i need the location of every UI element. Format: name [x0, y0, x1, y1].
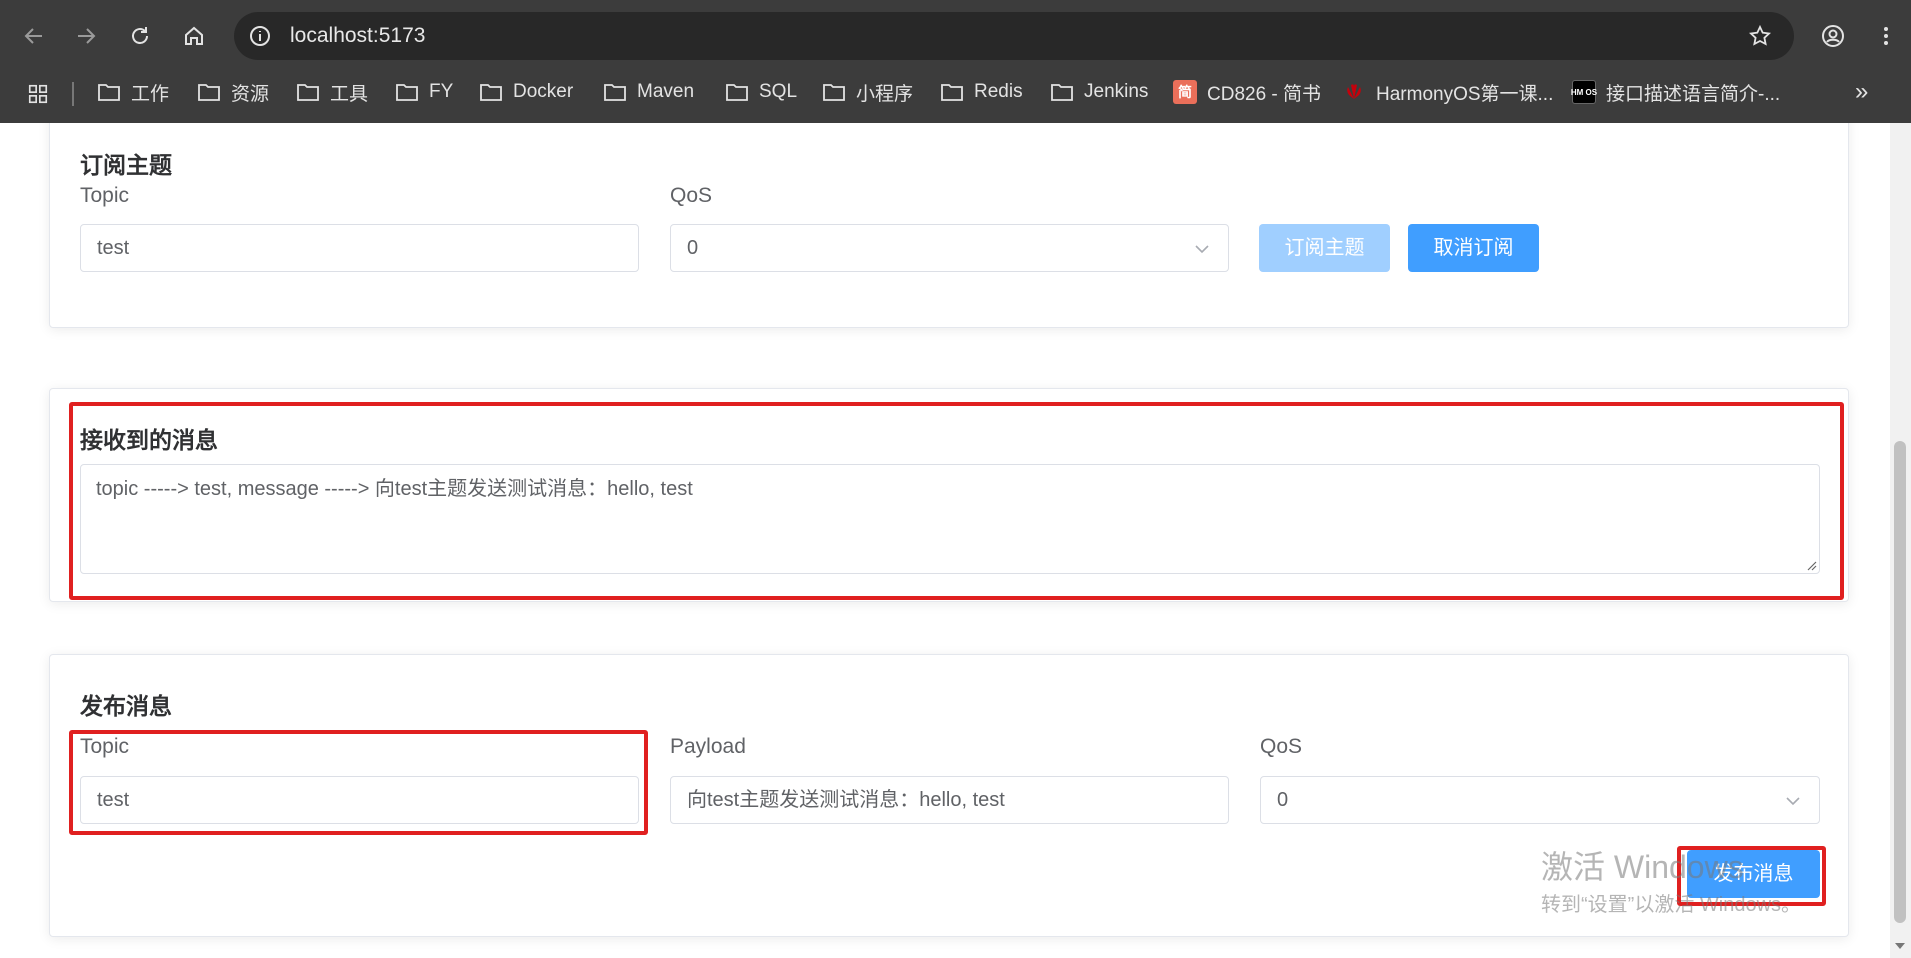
- bookmark-folder-work[interactable]: 工作: [97, 72, 169, 112]
- bookmark-folder-resources[interactable]: 资源: [197, 72, 269, 112]
- scroll-down-arrow-icon[interactable]: [1895, 943, 1905, 949]
- bookmark-folder-tools[interactable]: 工具: [296, 72, 368, 112]
- back-icon[interactable]: [16, 18, 52, 54]
- browser-toolbar: localhost:5173: [0, 0, 1911, 72]
- page-scrollbar[interactable]: [1890, 123, 1911, 958]
- subscribe-qos-label: QoS: [670, 184, 713, 207]
- address-bar[interactable]: localhost:5173: [234, 12, 1794, 60]
- browser-chrome: localhost:5173 工作 资源 工具 FY Docker Maven: [0, 0, 1911, 123]
- bookmark-label: 小程序: [856, 83, 914, 105]
- bookmark-label: Maven: [637, 81, 695, 102]
- publish-qos-label: QoS: [1260, 735, 1303, 758]
- bookmark-folder-miniprogram[interactable]: 小程序: [822, 72, 913, 112]
- hmos-favicon-icon: HM OS: [1571, 80, 1597, 104]
- scrollbar-thumb[interactable]: [1894, 441, 1906, 923]
- subscribe-topic-input[interactable]: test: [80, 224, 639, 272]
- bookmark-harmonyos[interactable]: HarmonyOS第一课...: [1342, 72, 1553, 112]
- folder-icon: [297, 84, 319, 101]
- bookmark-folder-fy[interactable]: FY: [395, 72, 453, 112]
- huawei-favicon-icon: [1347, 84, 1361, 99]
- subscribe-qos-value: 0: [687, 237, 699, 259]
- bookmark-folder-sql[interactable]: SQL: [725, 72, 797, 112]
- bookmark-label: FY: [429, 81, 454, 102]
- bookmark-idl-intro[interactable]: HM OS 接口描述语言简介-...: [1571, 72, 1781, 112]
- chevron-down-icon: [1195, 245, 1209, 254]
- folder-icon: [1051, 84, 1073, 101]
- bookmark-jianshu[interactable]: 简 CD826 - 简书: [1173, 72, 1321, 112]
- bookmark-label: 工具: [330, 83, 369, 105]
- folder-icon: [396, 84, 418, 101]
- folder-icon: [480, 84, 502, 101]
- subscribe-card: 订阅主题 Topic test QoS 0 订阅主题 取消订阅: [49, 123, 1849, 328]
- reload-icon[interactable]: [122, 18, 158, 54]
- bookmark-separator: [72, 82, 74, 106]
- url-text[interactable]: localhost:5173: [290, 12, 425, 60]
- bookmark-label: SQL: [759, 81, 798, 102]
- apps-grid-icon[interactable]: [26, 74, 50, 114]
- bookmark-folder-maven[interactable]: Maven: [603, 72, 694, 112]
- bookmark-label: CD826 - 简书: [1207, 83, 1322, 105]
- menu-kebab-icon[interactable]: [1868, 18, 1904, 54]
- bookmark-folder-redis[interactable]: Redis: [940, 72, 1023, 112]
- windows-activation-hint: 转到“设置”以激活 Windows。: [1541, 894, 1802, 916]
- folder-icon: [823, 84, 845, 101]
- bookmark-label: Redis: [974, 81, 1023, 102]
- bookmark-label: 接口描述语言简介-...: [1606, 83, 1781, 105]
- folder-icon: [604, 84, 626, 101]
- more-bookmarks-icon[interactable]: »: [1855, 72, 1868, 112]
- unsubscribe-button[interactable]: 取消订阅: [1408, 224, 1539, 272]
- bookmark-label: Jenkins: [1084, 81, 1149, 102]
- publish-payload-label: Payload: [670, 735, 746, 758]
- folder-icon: [726, 84, 748, 101]
- bookmark-label: 工作: [131, 83, 170, 105]
- jianshu-favicon-icon: 简: [1173, 80, 1197, 104]
- publish-qos-select[interactable]: 0: [1260, 776, 1820, 824]
- folder-icon: [941, 84, 963, 101]
- site-info-icon[interactable]: [248, 24, 272, 48]
- subscribe-button[interactable]: 订阅主题: [1259, 224, 1390, 272]
- windows-activation-watermark: 激活 Windows: [1541, 849, 1744, 885]
- chevron-down-icon: [1786, 797, 1800, 806]
- bookmark-folder-docker[interactable]: Docker: [479, 72, 573, 112]
- publish-qos-value: 0: [1277, 789, 1289, 811]
- subscribe-title: 订阅主题: [80, 152, 172, 178]
- bookmark-label: Docker: [513, 81, 574, 102]
- forward-icon[interactable]: [68, 18, 104, 54]
- folder-icon: [198, 84, 220, 101]
- highlight-received-box: [69, 402, 1844, 600]
- bookmark-label: 资源: [231, 83, 270, 105]
- profile-icon[interactable]: [1815, 18, 1851, 54]
- bookmark-label: HarmonyOS第一课...: [1376, 83, 1554, 105]
- subscribe-topic-label: Topic: [80, 184, 130, 207]
- home-icon[interactable]: [176, 18, 212, 54]
- highlight-publish-topic-box: [69, 730, 648, 835]
- subscribe-qos-select[interactable]: 0: [670, 224, 1229, 272]
- publish-payload-input[interactable]: 向test主题发送测试消息：hello, test: [670, 776, 1229, 824]
- bookmark-star-icon[interactable]: [1748, 24, 1772, 48]
- publish-title: 发布消息: [80, 693, 172, 719]
- folder-icon: [98, 84, 120, 101]
- bookmark-folder-jenkins[interactable]: Jenkins: [1050, 72, 1148, 112]
